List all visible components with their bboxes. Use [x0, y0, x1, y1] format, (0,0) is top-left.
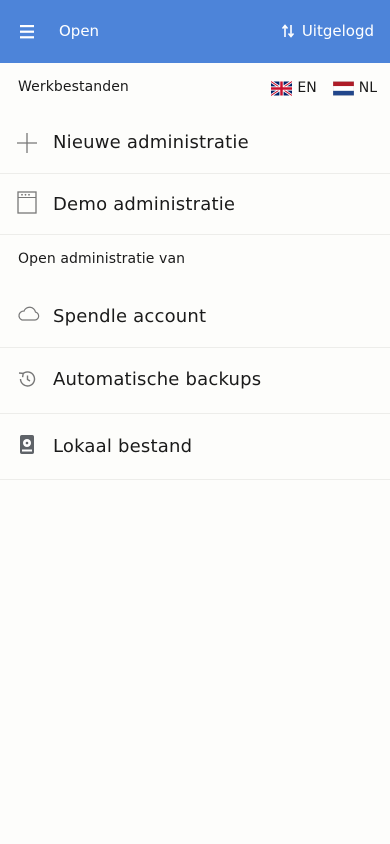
language-en-button[interactable]: EN	[271, 80, 317, 96]
uk-flag-icon	[271, 80, 293, 96]
language-en-label: EN	[297, 80, 317, 96]
new-administration-item[interactable]: Nieuwe administratie	[0, 113, 390, 174]
cloud-icon	[16, 303, 40, 325]
demo-administration-item[interactable]: Demo administratie	[0, 174, 390, 235]
local-file-item[interactable]: Lokaal bestand	[0, 414, 390, 480]
page-title: Open	[59, 22, 100, 40]
demo-administration-label: Demo administratie	[53, 194, 236, 215]
app-bar: Open Uitgelogd	[0, 0, 390, 63]
local-file-label: Lokaal bestand	[53, 436, 193, 457]
menu-button[interactable]	[18, 22, 40, 42]
language-nl-label: NL	[358, 80, 377, 96]
sync-arrows-icon	[281, 24, 294, 38]
sync-status-label: Uitgelogd	[301, 22, 374, 40]
spendle-account-label: Spendle account	[53, 306, 207, 327]
sync-status-button[interactable]: Uitgelogd	[281, 20, 374, 42]
workfiles-heading: Werkbestanden	[18, 79, 129, 95]
language-switcher: EN NL	[271, 63, 377, 113]
workfiles-header: Werkbestanden EN NL	[0, 63, 390, 113]
automatic-backups-item[interactable]: Automatische backups	[0, 348, 390, 414]
hard-drive-icon	[16, 434, 38, 456]
language-nl-button[interactable]: NL	[332, 80, 377, 96]
open-from-heading: Open administratie van	[18, 251, 186, 267]
automatic-backups-label: Automatische backups	[53, 369, 262, 390]
document-icon	[16, 191, 38, 214]
spendle-account-item[interactable]: Spendle account	[0, 286, 390, 348]
open-from-header: Open administratie van	[0, 236, 390, 286]
new-administration-label: Nieuwe administratie	[53, 132, 249, 153]
nl-flag-icon	[332, 80, 354, 96]
history-icon	[16, 368, 38, 390]
plus-icon	[16, 132, 38, 154]
hamburger-icon	[20, 25, 34, 39]
